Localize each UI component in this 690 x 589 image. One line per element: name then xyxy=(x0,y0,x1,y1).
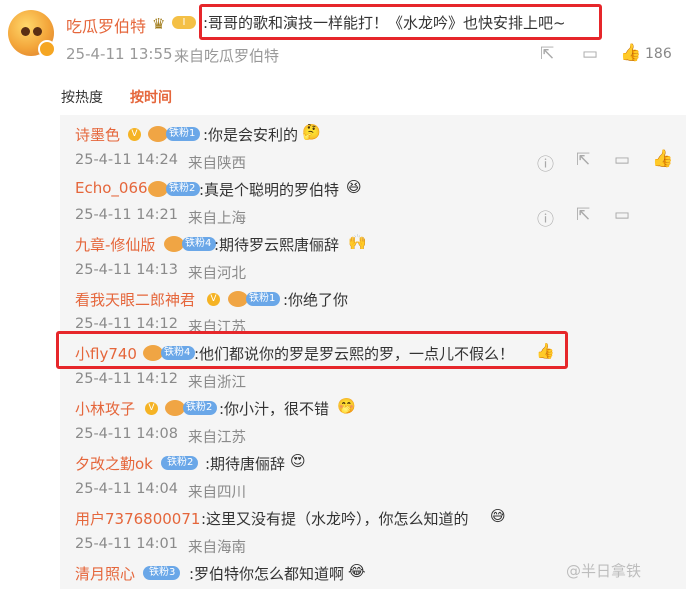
reply-location: 来自上海 xyxy=(188,211,246,227)
reply-location: 来自海南 xyxy=(188,540,246,556)
fan-avatar-icon xyxy=(164,236,184,252)
reply-location: 来自浙江 xyxy=(188,375,246,391)
reply-text: :真是个聪明的罗伯特 xyxy=(199,181,340,199)
reply-location: 来自四川 xyxy=(188,485,246,501)
like-icon[interactable]: 👍 xyxy=(620,43,641,63)
reply-location: 来自河北 xyxy=(188,266,246,282)
reply-time: 25-4-11 14:12 xyxy=(75,316,178,332)
comment-icon[interactable]: ▭ xyxy=(614,150,630,170)
reply-emoji: 🤔 xyxy=(302,123,321,141)
reply-author[interactable]: 夕改之勤ok xyxy=(75,453,153,474)
reply-time: 25-4-11 14:12 xyxy=(75,371,178,387)
sort-hot-button[interactable]: 按热度 xyxy=(61,87,103,107)
reply-text: :罗伯特你怎么都知道啊 xyxy=(189,565,345,583)
reply-time: 25-4-11 14:13 xyxy=(75,262,178,278)
reply-author[interactable]: 诗墨色 xyxy=(75,124,120,145)
reply-emoji: 🙌 xyxy=(348,233,367,251)
report-icon[interactable]: ⓘ xyxy=(537,150,554,175)
reply-time: 25-4-11 14:04 xyxy=(75,481,178,497)
reply-author[interactable]: 九章-修仙版 xyxy=(75,234,155,255)
reply-location: 来自江苏 xyxy=(188,430,246,446)
verified-icon: V xyxy=(128,128,141,141)
reply-author[interactable]: 看我天眼二郎神君 xyxy=(75,289,195,310)
reply-emoji: 🤭 xyxy=(337,397,356,415)
fan-badge: 铁粉2 xyxy=(166,182,201,196)
comment-icon[interactable]: ▭ xyxy=(582,44,598,64)
comment-icon[interactable]: ▭ xyxy=(614,205,630,225)
fan-badge: 铁粉3 xyxy=(143,566,181,580)
reply-text: :你小汁，很不错 xyxy=(219,400,330,418)
like-icon[interactable]: 👍 xyxy=(652,149,673,169)
share-icon[interactable]: ⇱ xyxy=(576,150,590,170)
fan-avatar-icon xyxy=(148,126,168,142)
avatar-eye xyxy=(33,27,42,36)
reply-emoji: 😅 xyxy=(490,507,506,525)
post-timestamp: 25-4-11 13:55 xyxy=(66,45,173,63)
level-badge: I xyxy=(172,16,196,29)
reply-time: 25-4-11 14:01 xyxy=(75,536,178,552)
reply-text: :这里又没有提（水龙吟），你怎么知道的 xyxy=(201,510,469,528)
reply-author[interactable]: 用户7376800071 xyxy=(75,508,200,529)
reply-time: 25-4-11 14:24 xyxy=(75,152,178,168)
fan-badge: 铁粉2 xyxy=(183,401,218,415)
watermark: @半日拿铁 xyxy=(566,562,642,580)
verified-icon: V xyxy=(207,293,220,306)
reply-time: 25-4-11 14:08 xyxy=(75,426,178,442)
post-source: 来自吃瓜罗伯特 xyxy=(174,47,280,65)
report-icon[interactable]: ⓘ xyxy=(537,205,554,230)
avatar[interactable] xyxy=(8,10,56,58)
reply-emoji: 😂 xyxy=(348,562,366,580)
verified-icon xyxy=(38,40,56,58)
share-icon[interactable]: ⇱ xyxy=(576,205,590,225)
reply-text: :你是会安利的 xyxy=(203,126,299,144)
fan-badge: 铁粉1 xyxy=(246,292,281,306)
reply-text: :期待唐俪辞 xyxy=(205,455,286,473)
share-icon[interactable]: ⇱ xyxy=(540,44,554,64)
highlight-box xyxy=(56,331,568,369)
fan-badge: 铁粉2 xyxy=(161,456,199,470)
reply-text: :期待罗云熙唐俪辞 xyxy=(214,236,340,254)
highlight-box xyxy=(199,4,602,40)
fan-badge: 铁粉4 xyxy=(182,237,217,251)
reply-location: 来自陕西 xyxy=(188,156,246,172)
post-author[interactable]: 吃瓜罗伯特 xyxy=(66,13,146,37)
avatar-eye xyxy=(21,27,30,36)
reply-author[interactable]: 清月照心 xyxy=(75,563,135,584)
fan-avatar-icon xyxy=(228,291,248,307)
crown-icon: ♛ xyxy=(152,15,166,33)
reply-text: :你绝了你 xyxy=(283,291,349,309)
reply-author[interactable]: 小林攻子 xyxy=(75,398,135,419)
fan-avatar-icon xyxy=(165,400,185,416)
sort-time-button[interactable]: 按时间 xyxy=(130,87,172,107)
verified-icon: V xyxy=(145,402,158,415)
fan-avatar-icon xyxy=(148,181,168,197)
reply-time: 25-4-11 14:21 xyxy=(75,207,178,223)
reply-author[interactable]: Echo_066 xyxy=(75,179,148,197)
like-count: 186 xyxy=(645,46,672,62)
fan-badge: 铁粉1 xyxy=(166,127,201,141)
reply-emoji: 😍 xyxy=(290,452,306,470)
reply-emoji: 😆 xyxy=(346,178,362,196)
